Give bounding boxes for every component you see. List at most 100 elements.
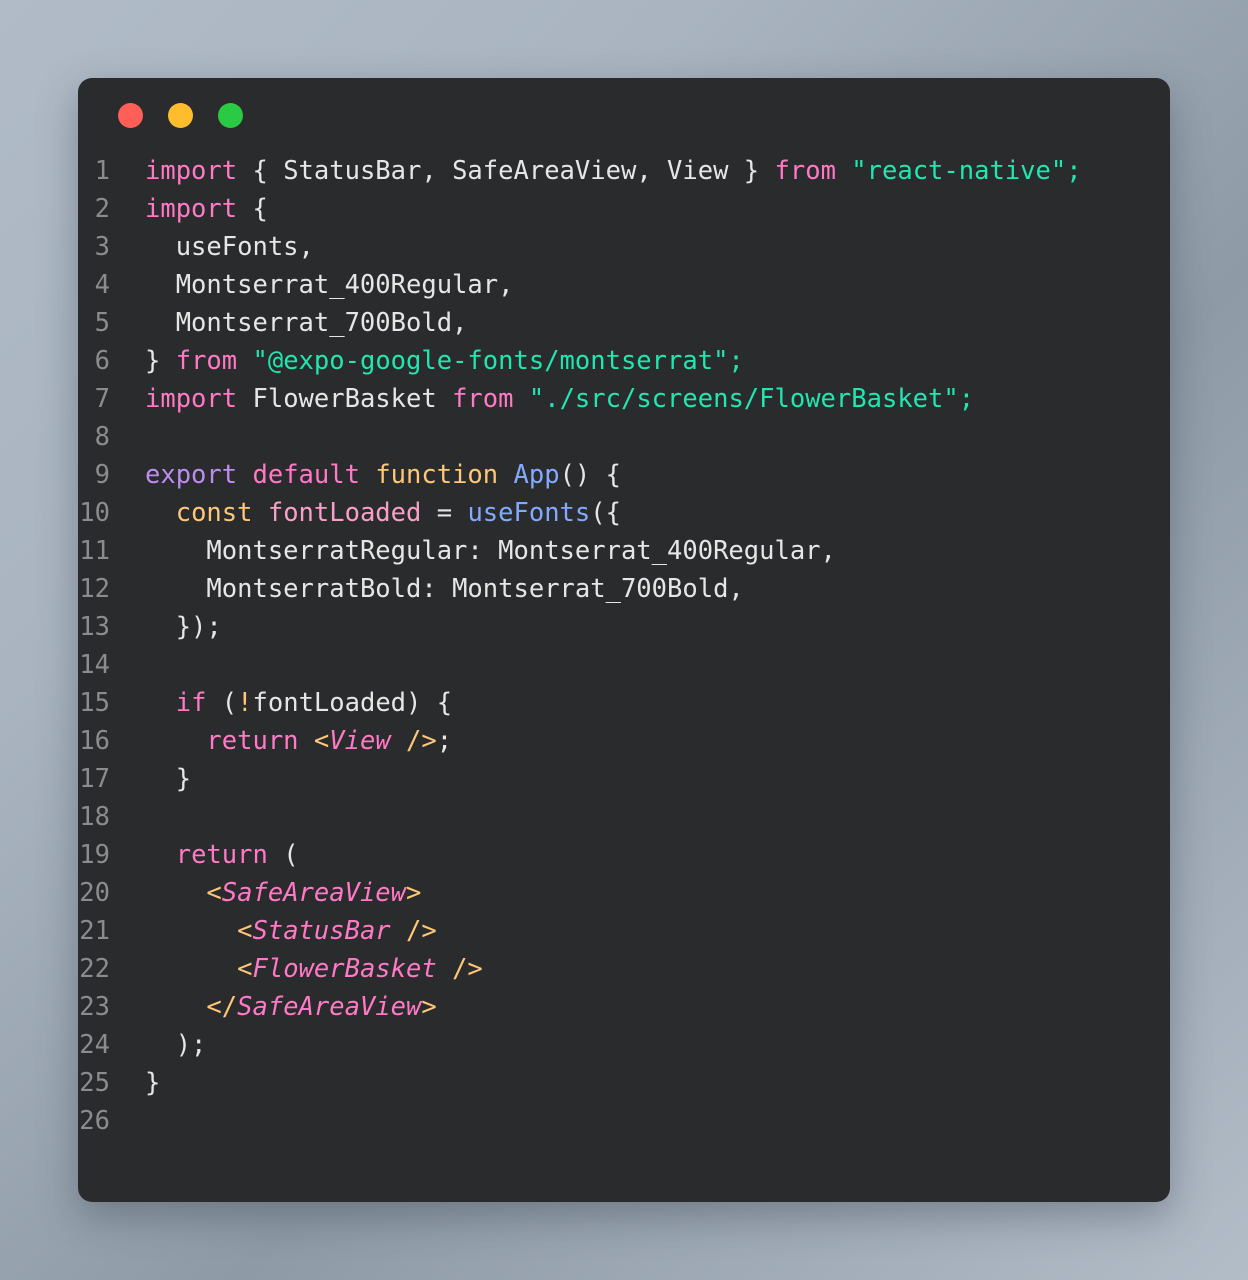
line-content: const fontLoaded = useFonts({ [145,494,621,532]
line-content: <StatusBar /> [145,912,437,950]
line-content: } [145,1064,160,1102]
line-content: if (!fontLoaded) { [145,684,452,722]
token-import-keyword: import [145,194,238,224]
line-content: } [145,760,191,798]
close-window-button[interactable] [118,102,143,128]
line-number: 10 [79,498,110,528]
token-jsx-tag-safe-area-view: SafeAreaView [221,878,407,908]
token-from-keyword: from [175,346,238,376]
token-export-keyword: export [145,460,238,490]
token-jsx-open-bracket: < [313,726,330,756]
code-editor-area[interactable]: 1 import { StatusBar, SafeAreaView, View… [78,152,1170,1202]
token-use-fonts: useFonts, [145,232,314,262]
code-line: 3 useFonts, [78,228,1170,266]
token-jsx-close-bracket: /> [436,954,483,984]
line-number: 22 [79,954,110,984]
line-content: <SafeAreaView> [145,874,421,912]
line-content: Montserrat_400Regular, [145,266,514,304]
minimize-window-button[interactable] [168,102,193,128]
line-number: 8 [94,422,110,452]
token-jsx-tag-flower-basket: FlowerBasket [252,954,437,984]
code-line: 19 return ( [78,836,1170,874]
token-montserrat-400: Montserrat_400Regular, [145,270,514,300]
token-punct: } [145,346,176,376]
token-jsx-open-bracket: < [237,954,253,984]
token-punct: , [728,574,744,604]
token-return-keyword: return [206,726,299,756]
token-punct: : [421,574,453,604]
code-line: 25 } [78,1064,1170,1102]
token-from-keyword: from [452,384,514,414]
token-punct: }); [145,612,222,642]
line-number: 11 [79,536,110,566]
code-line: 7 import FlowerBasket from "./src/screen… [78,380,1170,418]
token-montserrat-700: Montserrat_700Bold, [145,308,468,338]
line-number: 18 [79,802,110,832]
line-number: 25 [79,1068,110,1098]
token-function-keyword: function [375,460,499,490]
line-content: ); [145,1026,207,1064]
token-import-keyword: import [145,384,238,414]
line-content: return <View />; [145,722,452,760]
code-line: 15 if (!fontLoaded) { [78,684,1170,722]
code-line: 18 [78,798,1170,836]
code-line: 5 Montserrat_700Bold, [78,304,1170,342]
token-punct: : [467,536,499,566]
line-number: 13 [79,612,110,642]
code-line: 20 <SafeAreaView> [78,874,1170,912]
code-line: 11 MontserratRegular: Montserrat_400Regu… [78,532,1170,570]
token-status-bar: StatusBar [283,156,422,186]
line-content: import { StatusBar, SafeAreaView, View }… [145,152,1082,190]
token-punct: } [145,764,192,794]
code-line: 21 <StatusBar /> [78,912,1170,950]
line-number: 6 [94,346,110,376]
token-jsx-close-bracket: /> [390,916,437,946]
code-line: 6 } from "@expo-google-fonts/montserrat"… [78,342,1170,380]
line-content: } from "@expo-google-fonts/montserrat"; [145,342,744,380]
line-content: Montserrat_700Bold, [145,304,468,342]
token-font-loaded-ref: fontLoaded [252,688,407,718]
line-number: 12 [79,574,110,604]
line-number: 21 [79,916,110,946]
maximize-window-button[interactable] [218,102,243,128]
token-font-loaded-variable: fontLoaded [267,498,422,528]
token-if-keyword: if [175,688,207,718]
code-line: 17 } [78,760,1170,798]
token-punct: () { [559,460,621,490]
line-content: MontserratBold: Montserrat_700Bold, [145,570,744,608]
line-number: 14 [79,650,110,680]
line-number: 20 [79,878,110,908]
line-number: 15 [79,688,110,718]
line-number: 4 [94,270,110,300]
code-line: 10 const fontLoaded = useFonts({ [78,494,1170,532]
line-content: }); [145,608,222,646]
line-content: export default function App() { [145,456,621,494]
code-line: 24 ); [78,1026,1170,1064]
line-content: <FlowerBasket /> [145,950,483,988]
token-jsx-tag-view: View [329,726,391,756]
token-punct: ); [145,1030,207,1060]
token-const-keyword: const [175,498,253,528]
line-content: </SafeAreaView> [145,988,436,1026]
screenshot-stage: 1 import { StatusBar, SafeAreaView, View… [0,0,1248,1280]
code-line: 9 export default function App() { [78,456,1170,494]
token-jsx-open-bracket: < [206,878,222,908]
line-content: import { [145,190,268,228]
line-content: import FlowerBasket from "./src/screens/… [145,380,974,418]
token-punct: ({ [590,498,621,528]
